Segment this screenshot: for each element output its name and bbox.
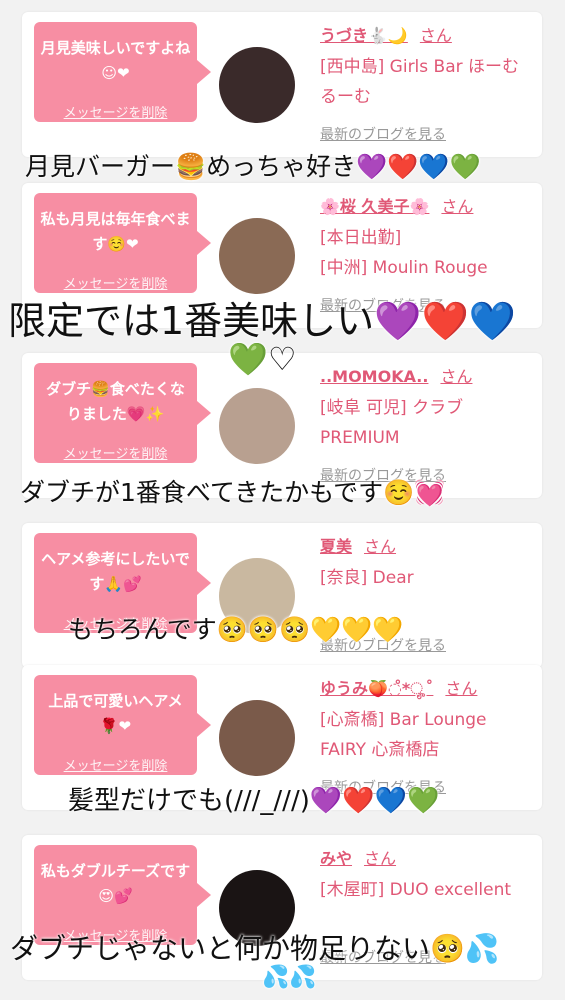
delete-message-link[interactable]: メッセージを削除 [34, 102, 197, 121]
avatar[interactable] [219, 388, 295, 464]
cast-name-link[interactable]: ゆうみ🍑◌̊*ೄ˚ さん [320, 675, 477, 699]
overlay-caption-6-cont: 💦💦 [262, 965, 317, 990]
message-bubble: ダブチ🍔食べたくなりました💗✨ メッセージを削除 [34, 363, 211, 463]
shop-info: [西中島] Girls Bar ほーむるーむ [320, 57, 520, 107]
message-bubble: 私も月見は毎年食べます☺️❤ メッセージを削除 [34, 193, 211, 293]
cast-name[interactable]: 夏美 [320, 537, 352, 556]
shop-info: [岐阜 可児] クラブ PREMIUM [320, 398, 464, 448]
overlay-caption-1: 月見バーガー🍔めっちゃ好き💜❤️💙💚 [25, 152, 481, 181]
cast-name-link[interactable]: みや さん [320, 845, 396, 869]
cast-name-link[interactable]: うづき🐇🌙 さん [320, 22, 452, 46]
cast-name-link[interactable]: 夏美 さん [320, 533, 396, 557]
cast-name-link[interactable]: ..MOMOKA.. さん [320, 363, 472, 387]
overlay-caption-3: ダブチが1番食べてきたかもです☺️💓 [20, 478, 446, 507]
cast-name-link[interactable]: 🌸桜 久美子🌸 さん [320, 193, 473, 217]
latest-blog-link[interactable]: 最新のブログを見る [320, 124, 446, 144]
cast-name[interactable]: ゆうみ🍑◌̊*ೄ˚ [320, 679, 433, 698]
overlay-caption-2-cont: 💚♡ [228, 340, 297, 378]
honorific: さん [364, 537, 397, 556]
shop-info: [奈良] Dear [320, 568, 414, 588]
message-text: ダブチ🍔食べたくなりました💗✨ [46, 380, 185, 423]
message-text: ヘアメ参考にしたいです🙏💕 [41, 550, 190, 593]
honorific: さん [440, 367, 473, 386]
shop-info: [本日出勤] [中洲] Moulin Rouge [320, 228, 488, 278]
honorific: さん [364, 849, 397, 868]
message-card: ヘアメ参考にしたいです🙏💕 メッセージを削除 夏美 さん [奈良] Dear 最新… [22, 523, 542, 668]
message-text: 私もダブルチーズです😍💕 [40, 862, 191, 905]
message-text: 上品で可愛いヘアメ🌹❤ [48, 692, 183, 735]
overlay-caption-5: 髪型だけでも(///_///)💜❤️💙💚 [68, 786, 440, 816]
delete-message-link[interactable]: メッセージを削除 [34, 443, 197, 462]
cast-name[interactable]: うづき🐇🌙 [320, 26, 408, 45]
message-card: 月見美味しいですよね☺❤ メッセージを削除 うづき🐇🌙 さん [西中島] Girl… [22, 12, 542, 157]
shop-info: [木屋町] DUO excellent [320, 880, 512, 900]
message-text: 私も月見は毎年食べます☺️❤ [40, 210, 191, 253]
message-text: 月見美味しいですよね☺❤ [40, 39, 191, 82]
cast-name[interactable]: ..MOMOKA.. [320, 367, 428, 386]
delete-message-link[interactable]: メッセージを削除 [34, 755, 197, 774]
cast-name[interactable]: みや [320, 849, 352, 868]
avatar[interactable] [219, 218, 295, 294]
shop-info: [心斎橋] Bar Lounge FAIRY 心斎橋店 [320, 710, 487, 760]
honorific: さん [419, 26, 452, 45]
overlay-caption-4: もちろんです🥺🥺🥺💛💛💛 [68, 615, 404, 644]
overlay-caption-2: 限定では1番美味しい💜❤️💙 [8, 299, 517, 343]
avatar[interactable] [219, 47, 295, 123]
message-bubble: 上品で可愛いヘアメ🌹❤ メッセージを削除 [34, 675, 211, 775]
message-bubble: 月見美味しいですよね☺❤ メッセージを削除 [34, 22, 211, 122]
honorific: さん [445, 679, 478, 698]
honorific: さん [441, 197, 474, 216]
avatar[interactable] [219, 700, 295, 776]
overlay-caption-6: ダブチじゃないと何か物足りない🥺💦 [10, 932, 500, 965]
cast-name[interactable]: 🌸桜 久美子🌸 [320, 197, 429, 216]
